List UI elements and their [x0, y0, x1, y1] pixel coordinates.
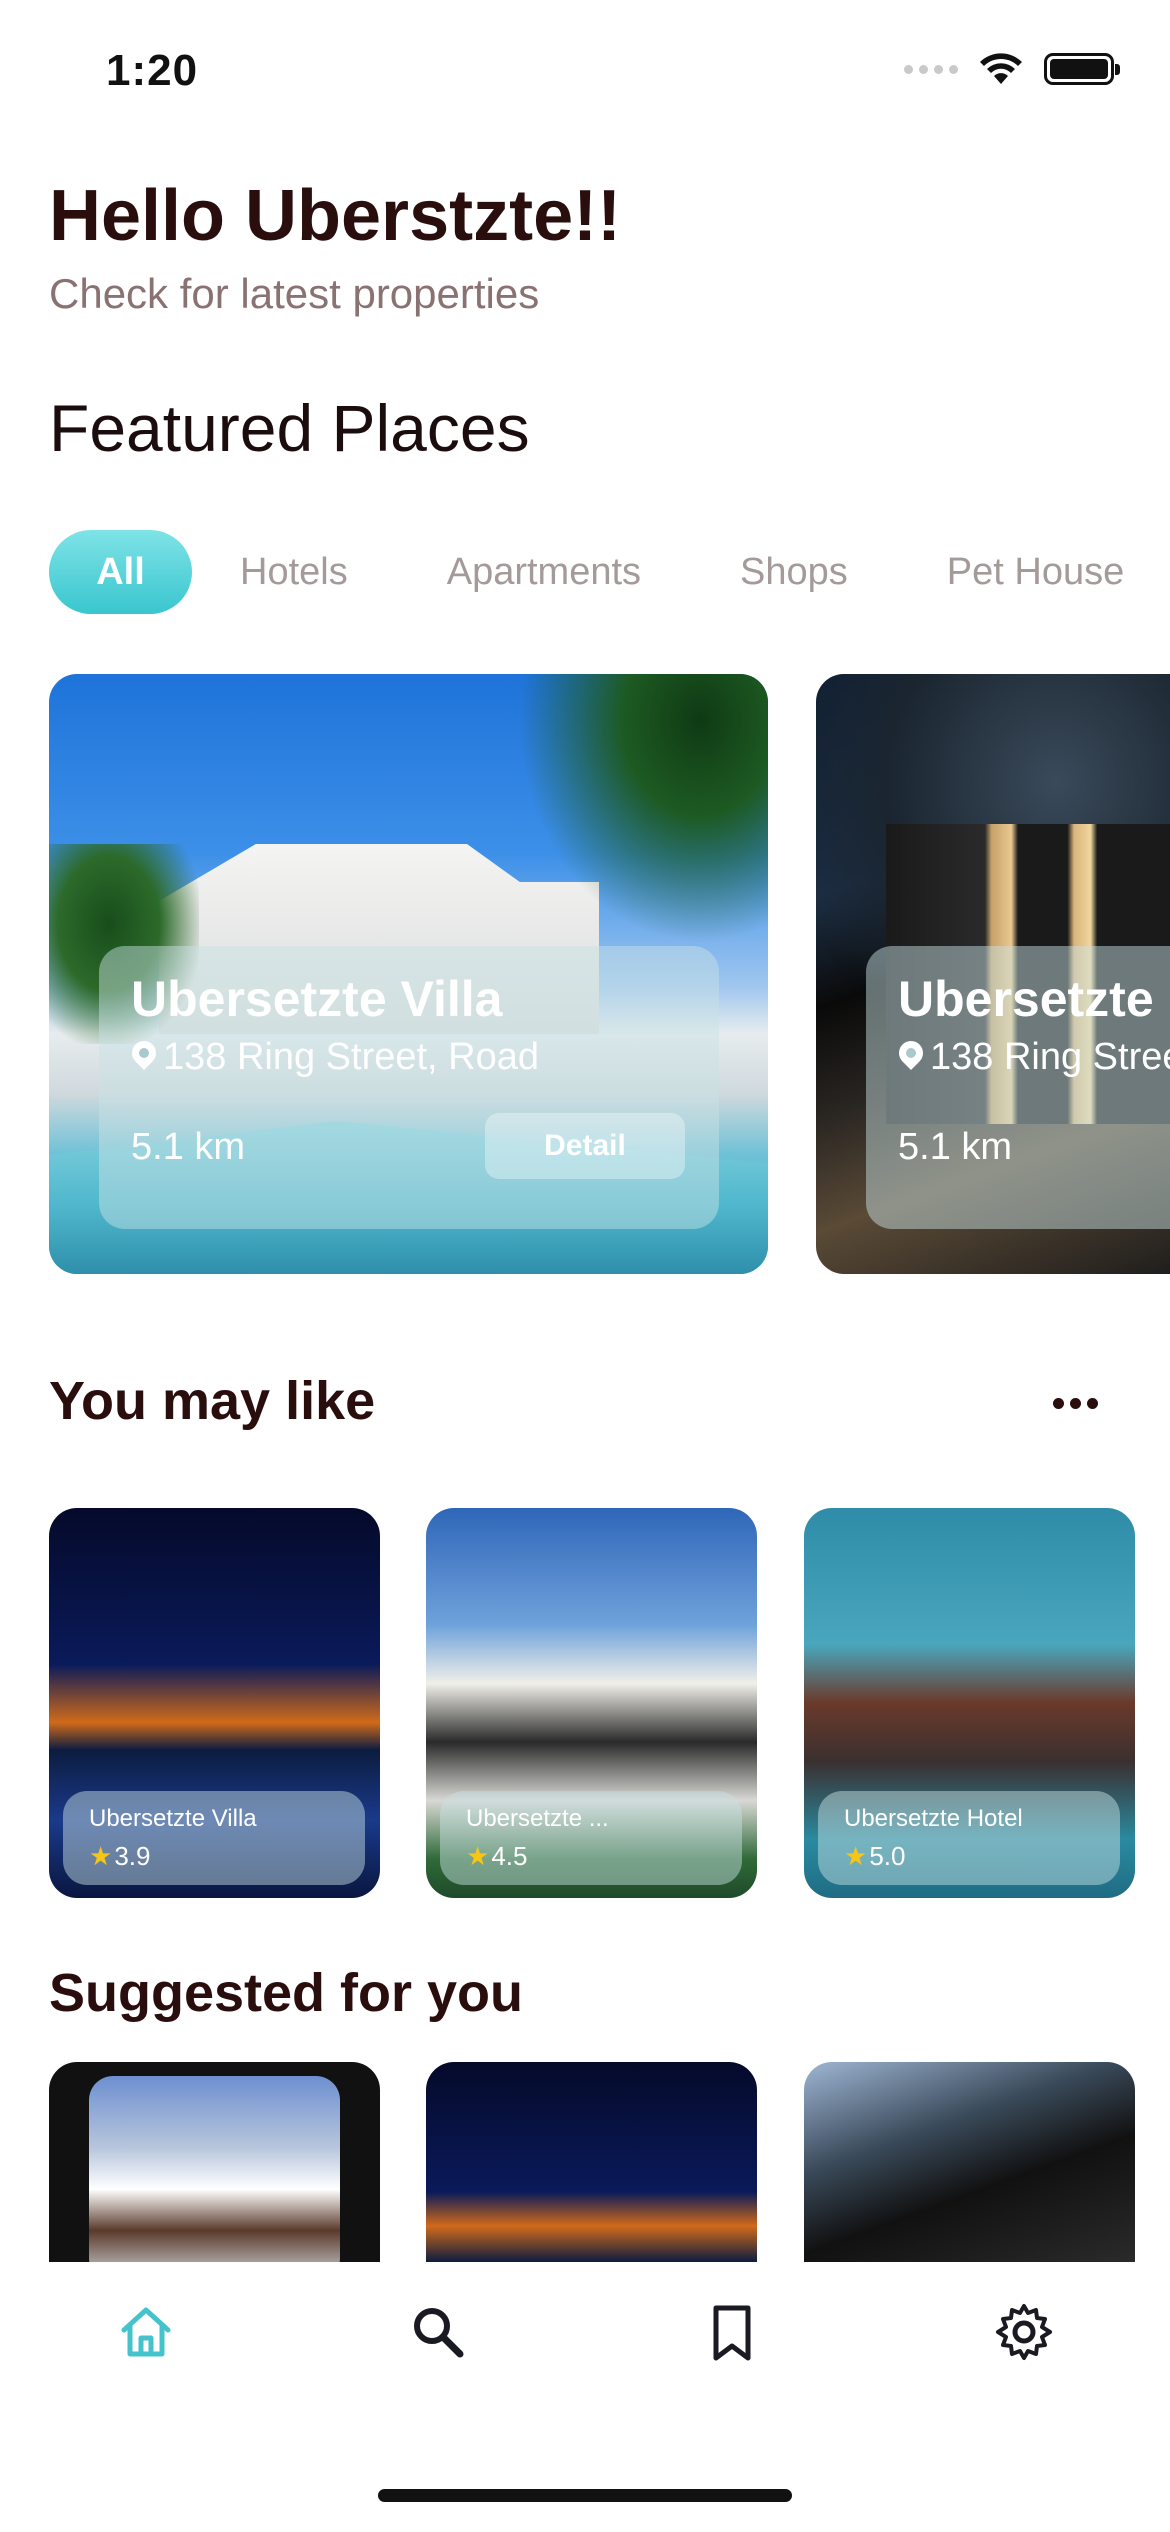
card-title: Ubersetzte Villa	[89, 1805, 257, 1832]
may-like-card[interactable]: Ubersetzte ... ★ 4.5	[426, 1508, 757, 1898]
cellular-icon	[904, 64, 958, 74]
star-icon: ★	[466, 1841, 490, 1871]
greeting-title: Hello Uberstzte!!	[49, 176, 622, 256]
filter-chip-apartments[interactable]: Apartments	[447, 551, 641, 594]
card-title: Ubersetzte Villa	[131, 971, 503, 1027]
suggested-section-title: Suggested for you	[49, 1963, 524, 2023]
battery-icon	[1044, 53, 1120, 85]
card-address: 138 Ring Street, Road	[131, 1036, 539, 1079]
greeting-subtitle: Check for latest properties	[49, 270, 540, 317]
card-rating: ★ 5.0	[844, 1841, 906, 1871]
property-image	[89, 2076, 340, 2262]
card-distance: 5.1 km	[898, 1126, 1013, 1168]
category-filter: All Hotels Apartments Shops Pet House	[49, 530, 1124, 614]
may-like-section-title: You may like	[49, 1371, 376, 1431]
card-title: Ubersetzte	[898, 971, 1154, 1027]
status-icons	[904, 52, 1120, 86]
card-address: 138 Ring Stree	[898, 1036, 1170, 1079]
location-pin-icon	[898, 1041, 924, 1075]
more-options-icon[interactable]	[1053, 1398, 1098, 1409]
card-info-panel: Ubersetzte 138 Ring Stree 5.1 km	[866, 946, 1170, 1229]
filter-chip-all[interactable]: All	[49, 530, 192, 614]
star-icon: ★	[844, 1841, 868, 1871]
card-rating: ★ 4.5	[466, 1841, 528, 1871]
wifi-icon	[980, 53, 1022, 84]
card-title: Ubersetzte Hotel	[844, 1805, 1023, 1832]
card-title: Ubersetzte ...	[466, 1805, 609, 1832]
featured-card[interactable]: Ubersetzte Villa 138 Ring Street, Road 5…	[49, 674, 768, 1274]
tab-bar	[0, 2262, 1170, 2532]
featured-card[interactable]: Ubersetzte 138 Ring Stree 5.1 km	[816, 674, 1170, 1274]
status-time: 1:20	[106, 46, 199, 95]
home-icon[interactable]	[116, 2302, 176, 2362]
gear-icon[interactable]	[994, 2302, 1054, 2362]
featured-section-title: Featured Places	[49, 391, 530, 465]
suggested-card[interactable]	[49, 2062, 380, 2262]
card-info-panel: Ubersetzte ... ★ 4.5	[440, 1791, 742, 1885]
card-rating: ★ 3.9	[89, 1841, 151, 1871]
search-icon[interactable]	[408, 2302, 468, 2362]
home-indicator	[378, 2489, 792, 2502]
filter-chip-hotels[interactable]: Hotels	[240, 551, 348, 594]
filter-chip-pet-house[interactable]: Pet House	[947, 551, 1124, 594]
card-distance: 5.1 km	[131, 1126, 246, 1168]
may-like-card[interactable]: Ubersetzte Hotel ★ 5.0	[804, 1508, 1135, 1898]
location-pin-icon	[131, 1041, 157, 1075]
suggested-card[interactable]	[426, 2062, 757, 2262]
suggested-card[interactable]	[804, 2062, 1135, 2262]
star-icon: ★	[89, 1841, 113, 1871]
card-info-panel: Ubersetzte Hotel ★ 5.0	[818, 1791, 1120, 1885]
card-info-panel: Ubersetzte Villa ★ 3.9	[63, 1791, 365, 1885]
card-info-panel: Ubersetzte Villa 138 Ring Street, Road 5…	[99, 946, 719, 1229]
may-like-card[interactable]: Ubersetzte Villa ★ 3.9	[49, 1508, 380, 1898]
filter-chip-shops[interactable]: Shops	[740, 551, 848, 594]
bookmark-icon[interactable]	[702, 2302, 762, 2362]
detail-button[interactable]: Detail	[485, 1113, 685, 1179]
